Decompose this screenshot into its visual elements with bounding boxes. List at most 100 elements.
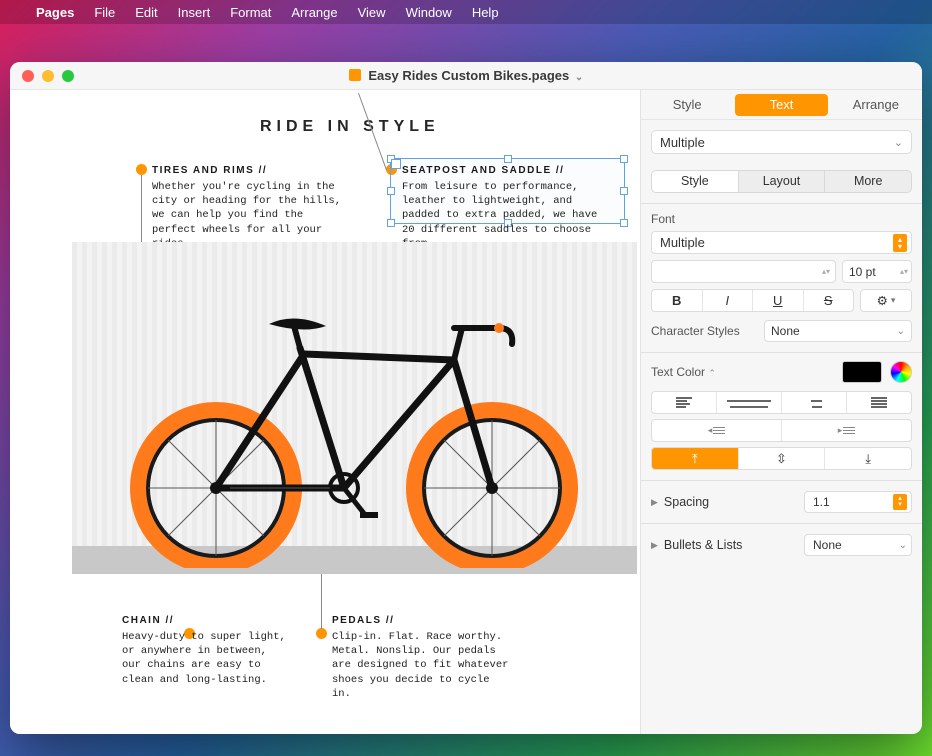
chevron-down-icon: ▾ <box>891 295 896 306</box>
subtab-layout[interactable]: Layout <box>738 171 825 192</box>
character-styles-popup[interactable]: None ⌄ <box>764 320 912 342</box>
callout-seatpost[interactable]: SEATPOST AND SADDLE // From leisure to p… <box>402 165 615 251</box>
title-chevron-icon[interactable]: ⌄ <box>575 72 583 83</box>
menu-edit[interactable]: Edit <box>135 5 157 20</box>
bullets-disclosure[interactable]: ▶ Bullets & Lists None ⌄ <box>641 523 922 566</box>
menu-help[interactable]: Help <box>472 5 499 20</box>
color-wheel-button[interactable] <box>890 361 912 383</box>
character-styles-value: None <box>771 324 800 338</box>
menu-arrange[interactable]: Arrange <box>291 5 337 20</box>
spacing-disclosure[interactable]: ▶ Spacing 1.1 <box>641 480 922 523</box>
menu-format[interactable]: Format <box>230 5 271 20</box>
paragraph-style-value: Multiple <box>660 135 705 150</box>
tab-text[interactable]: Text <box>735 94 827 116</box>
document-icon <box>349 69 361 81</box>
callout-title[interactable]: TIRES AND RIMS // <box>152 165 352 176</box>
bullets-value: None <box>813 538 842 552</box>
increase-indent-button[interactable]: ▸ <box>781 420 911 441</box>
font-family-popup[interactable]: Multiple <box>651 231 912 254</box>
callout-body[interactable]: Heavy-duty to super light, or anywhere i… <box>122 630 287 687</box>
stepper-icon <box>893 234 907 252</box>
tab-style[interactable]: Style <box>641 90 733 119</box>
page-heading[interactable]: RIDE IN STYLE <box>260 118 640 136</box>
titlebar[interactable]: Easy Rides Custom Bikes.pages ⌄ <box>10 62 922 90</box>
callout-title[interactable]: CHAIN // <box>122 615 287 626</box>
horizontal-align-group <box>651 391 912 414</box>
menu-insert[interactable]: Insert <box>178 5 211 20</box>
spacing-value: 1.1 <box>813 495 830 509</box>
align-center-button[interactable] <box>716 392 781 413</box>
format-inspector: Style Text Arrange Multiple ⌄ Style Layo… <box>640 90 922 734</box>
bullets-label: Bullets & Lists <box>664 538 743 552</box>
disclosure-triangle-icon: ▶ <box>651 497 658 508</box>
resize-handle[interactable] <box>620 155 628 163</box>
app-menu[interactable]: Pages <box>36 5 74 20</box>
advanced-options-button[interactable]: ⚙︎▾ <box>860 289 912 312</box>
callout-title[interactable]: SEATPOST AND SADDLE // <box>402 165 615 176</box>
indent-group: ◂ ▸ <box>651 419 912 442</box>
callout-body[interactable]: Whether you're cycling in the city or he… <box>152 180 352 251</box>
stepper-icon: ▴▾ <box>820 269 832 275</box>
resize-handle[interactable] <box>620 187 628 195</box>
character-styles-label: Character Styles <box>651 324 756 338</box>
document-canvas[interactable]: RIDE IN STYLE TIRES AND RIMS // Whether … <box>10 90 640 734</box>
italic-button[interactable]: I <box>702 290 753 311</box>
callout-title[interactable]: PEDALS // <box>332 615 512 626</box>
callout-body[interactable]: Clip-in. Flat. Race worthy. Metal. Nonsl… <box>332 630 512 701</box>
stepper-icon[interactable] <box>893 494 907 510</box>
align-justify-button[interactable] <box>846 392 911 413</box>
font-size-value: 10 pt <box>849 265 876 279</box>
callout-tires[interactable]: TIRES AND RIMS // Whether you're cycling… <box>152 165 352 251</box>
traffic-lights <box>10 70 74 82</box>
text-color-section: Text Color ⌃ ◂ ▸ <box>641 352 922 480</box>
close-window-button[interactable] <box>22 70 34 82</box>
valign-top-button[interactable]: ⤒ <box>652 448 738 469</box>
chevron-down-icon: ⌄ <box>897 326 905 337</box>
menu-view[interactable]: View <box>358 5 386 20</box>
bullets-popup[interactable]: None ⌄ <box>804 534 912 556</box>
font-section: Font Multiple ▴▾ 10 pt ▴▾ B I U <box>641 203 922 352</box>
text-subtabs: Style Layout More <box>651 170 912 193</box>
resize-handle[interactable] <box>387 219 395 227</box>
tab-arrange[interactable]: Arrange <box>830 90 922 119</box>
font-typeface-popup[interactable]: ▴▾ <box>651 260 836 283</box>
zoom-window-button[interactable] <box>62 70 74 82</box>
align-right-button[interactable] <box>781 392 846 413</box>
app-window: Easy Rides Custom Bikes.pages ⌄ RIDE IN … <box>10 62 922 734</box>
minimize-window-button[interactable] <box>42 70 54 82</box>
font-label: Font <box>651 212 912 226</box>
decrease-indent-button[interactable]: ◂ <box>652 420 781 441</box>
spacing-field[interactable]: 1.1 <box>804 491 912 513</box>
callout-pedals[interactable]: PEDALS // Clip-in. Flat. Race worthy. Me… <box>332 615 512 701</box>
valign-bottom-button[interactable]: ⤓ <box>824 448 911 469</box>
callout-body[interactable]: From leisure to performance, leather to … <box>402 180 612 251</box>
resize-handle[interactable] <box>620 219 628 227</box>
paragraph-style-popup[interactable]: Multiple ⌄ <box>651 130 912 154</box>
align-left-button[interactable] <box>652 392 716 413</box>
strikethrough-button[interactable]: S <box>803 290 854 311</box>
gear-icon: ⚙︎ <box>877 293 888 308</box>
inspector-tabs: Style Text Arrange <box>641 90 922 120</box>
bold-button[interactable]: B <box>652 290 702 311</box>
chevron-down-icon: ⌄ <box>894 136 903 149</box>
subtab-style[interactable]: Style <box>652 171 738 192</box>
bicycle-illustration <box>104 288 604 568</box>
callout-dot <box>136 164 147 175</box>
stepper-icon[interactable]: ▴▾ <box>900 269 908 275</box>
callout-chain[interactable]: CHAIN // Heavy-duty to super light, or a… <box>122 615 287 687</box>
menu-window[interactable]: Window <box>406 5 452 20</box>
hero-image[interactable] <box>72 242 637 574</box>
resize-handle[interactable] <box>387 187 395 195</box>
font-size-field[interactable]: 10 pt ▴▾ <box>842 260 912 283</box>
callout-dot <box>316 628 327 639</box>
disclosure-triangle-icon: ▶ <box>651 540 658 551</box>
document-title[interactable]: Easy Rides Custom Bikes.pages <box>368 68 569 83</box>
font-family-value: Multiple <box>660 235 705 250</box>
valign-middle-button[interactable]: ⇳ <box>738 448 825 469</box>
resize-handle[interactable] <box>387 155 395 163</box>
subtab-more[interactable]: More <box>824 171 911 192</box>
menu-file[interactable]: File <box>94 5 115 20</box>
underline-button[interactable]: U <box>752 290 803 311</box>
text-color-swatch[interactable] <box>842 361 882 383</box>
resize-handle[interactable] <box>504 155 512 163</box>
